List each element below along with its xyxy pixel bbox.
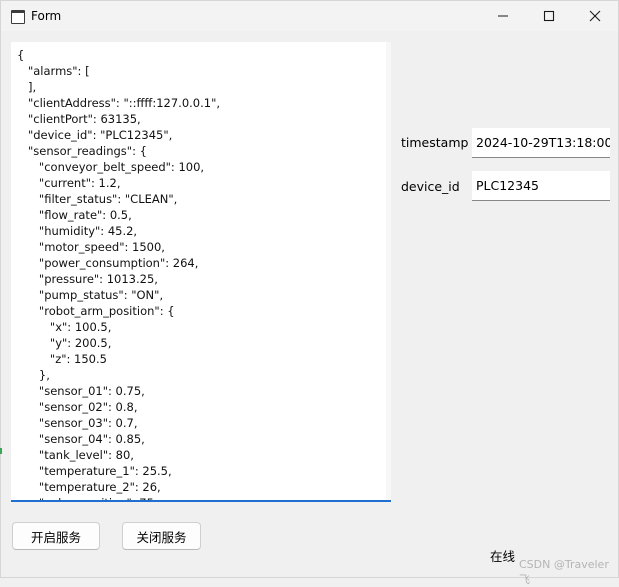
window-icon [11,10,25,24]
title-bar[interactable]: Form [1,1,618,31]
stop-service-button[interactable]: 关闭服务 [122,522,201,550]
minimize-button[interactable] [480,1,526,31]
device-id-field[interactable]: PLC12345 [472,171,610,201]
start-service-button[interactable]: 开启服务 [12,522,100,550]
vertical-scrollbar[interactable] [386,42,391,500]
minimize-icon [498,15,508,17]
timestamp-field[interactable]: 2024-10-29T13:18:00Z [472,128,610,158]
device-id-label: device_id [401,179,460,194]
status-label: 在线 [490,549,516,564]
json-text-area[interactable]: { "alarms": [ ], "clientAddress": "::fff… [11,42,391,502]
json-content: { "alarms": [ ], "clientAddress": "::fff… [17,48,221,500]
close-button[interactable] [572,1,618,31]
maximize-icon [543,10,555,22]
maximize-button[interactable] [526,1,572,31]
window-title: Form [31,9,62,23]
edge-marker [0,448,2,454]
close-icon [589,10,601,22]
watermark: CSDN @Traveler飞 [519,558,609,586]
timestamp-label: timestamp [401,135,469,150]
